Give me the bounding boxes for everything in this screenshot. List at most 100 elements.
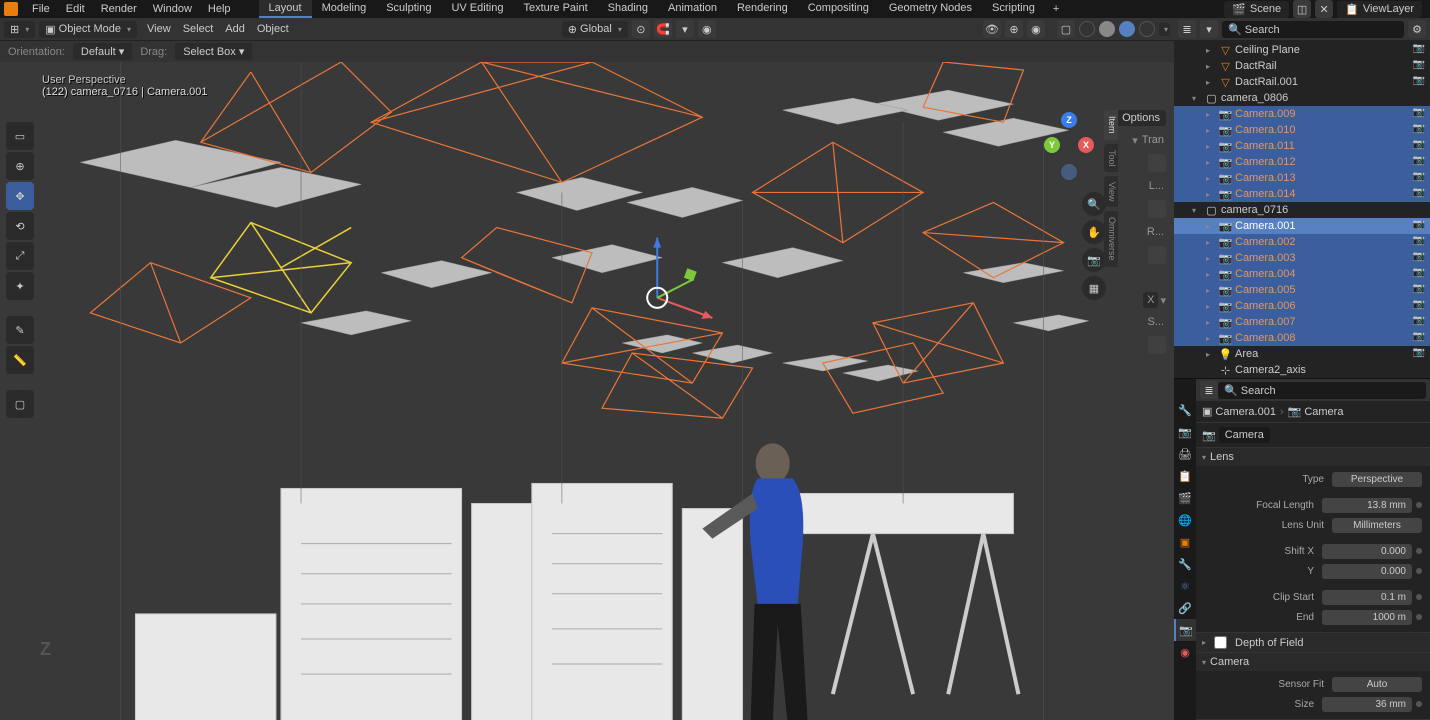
overlay-toggle[interactable]: ◉ — [1027, 20, 1045, 38]
sensor-fit-dropdown[interactable]: Auto — [1332, 677, 1422, 692]
strip-collapse-icon-4[interactable] — [1148, 336, 1166, 354]
restrict-render-icon[interactable]: 📷 — [1412, 171, 1426, 185]
tree-chevron-icon[interactable]: ▸ — [1206, 78, 1216, 87]
keyframe-dot[interactable] — [1416, 701, 1422, 707]
prop-tab-tool[interactable]: 🔧 — [1174, 399, 1196, 421]
add-workspace-button[interactable]: + — [1045, 3, 1067, 15]
proportional-toggle[interactable]: ◉ — [698, 20, 716, 38]
restrict-render-icon[interactable]: 📷 — [1412, 219, 1426, 233]
tree-chevron-icon[interactable]: ▸ — [1206, 334, 1216, 343]
lens-type-dropdown[interactable]: Perspective — [1332, 472, 1422, 487]
clip-start-input[interactable]: 0.1 m — [1322, 590, 1412, 605]
tree-item[interactable]: ▾▢camera_0716 — [1174, 202, 1430, 218]
lens-unit-dropdown[interactable]: Millimeters — [1332, 518, 1422, 533]
lens-panel-header[interactable]: ▾Lens — [1196, 448, 1430, 466]
restrict-render-icon[interactable]: 📷 — [1412, 315, 1426, 329]
pan-button[interactable]: ✋ — [1082, 220, 1106, 244]
prop-tab-physics[interactable]: ⚛ — [1174, 575, 1196, 597]
restrict-render-icon[interactable]: 📷 — [1412, 107, 1426, 121]
menu-window[interactable]: Window — [145, 1, 200, 17]
editor-type-dropdown[interactable]: ⊞ — [4, 21, 35, 38]
prop-tab-scene[interactable]: 🎬 — [1174, 487, 1196, 509]
restrict-render-icon[interactable]: 📷 — [1412, 139, 1426, 153]
orientation-dropdown[interactable]: ⊕ Global — [562, 21, 628, 38]
camera-view-button[interactable]: 📷 — [1082, 248, 1106, 272]
restrict-render-icon[interactable]: 📷 — [1412, 235, 1426, 249]
tree-item[interactable]: ▸▽DactRail.001📷 — [1174, 74, 1430, 90]
prop-tab-viewlayer[interactable]: 📋 — [1174, 465, 1196, 487]
workspace-tab-compositing[interactable]: Compositing — [798, 0, 879, 18]
tree-item[interactable]: ▸📷Camera.008📷 — [1174, 330, 1430, 346]
workspace-tab-modeling[interactable]: Modeling — [312, 0, 377, 18]
tree-item[interactable]: ▸📷Camera.001📷 — [1174, 218, 1430, 234]
xray-toggle[interactable]: ▢ — [1057, 20, 1075, 38]
n-tab-view[interactable]: View — [1104, 176, 1118, 207]
restrict-render-icon[interactable]: 📷 — [1412, 123, 1426, 137]
restrict-render-icon[interactable]: 📷 — [1412, 283, 1426, 297]
tree-chevron-icon[interactable]: ▸ — [1206, 190, 1216, 199]
prop-tab-data[interactable]: 📷 — [1174, 619, 1196, 641]
focal-length-input[interactable]: 13.8 mm — [1322, 498, 1412, 513]
bc-object[interactable]: ▣Camera.001 — [1202, 405, 1276, 418]
keyframe-dot[interactable] — [1416, 614, 1422, 620]
strip-item-rotation[interactable]: R... — [1145, 222, 1166, 242]
keyframe-dot[interactable] — [1416, 502, 1422, 508]
tree-item[interactable]: ▸💡Area📷 — [1174, 346, 1430, 362]
menu-render[interactable]: Render — [93, 1, 145, 17]
tree-chevron-icon[interactable]: ▸ — [1206, 126, 1216, 135]
tree-chevron-icon[interactable]: ▸ — [1206, 174, 1216, 183]
bc-data[interactable]: 📷Camera — [1288, 405, 1344, 418]
restrict-render-icon[interactable]: 📷 — [1412, 187, 1426, 201]
pivot-dropdown[interactable]: ⊙ — [632, 20, 650, 38]
workspace-tab-uv-editing[interactable]: UV Editing — [441, 0, 513, 18]
prop-tab-output[interactable]: 🖨 — [1174, 443, 1196, 465]
wireframe-shading[interactable] — [1079, 21, 1095, 37]
tree-item[interactable]: ▸📷Camera.011📷 — [1174, 138, 1430, 154]
restrict-render-icon[interactable]: 📷 — [1412, 267, 1426, 281]
tree-item[interactable]: ⊹Camera2_axis — [1174, 362, 1430, 378]
transform-tool[interactable]: ✦ — [6, 272, 34, 300]
tree-item[interactable]: ▸📷Camera.010📷 — [1174, 122, 1430, 138]
navigation-gizmo[interactable]: Z Y X — [1034, 112, 1104, 182]
rendered-shading[interactable] — [1139, 21, 1155, 37]
n-tab-tool[interactable]: Tool — [1104, 144, 1118, 173]
tree-chevron-icon[interactable]: ▸ — [1206, 270, 1216, 279]
camera-panel-header[interactable]: ▾Camera — [1196, 653, 1430, 671]
strip-collapse-icon-2[interactable] — [1148, 200, 1166, 218]
properties-search-input[interactable]: 🔍 Search — [1218, 382, 1426, 399]
strip-item-scale[interactable]: S... — [1145, 312, 1166, 332]
tree-item[interactable]: ▸📷Camera.006📷 — [1174, 298, 1430, 314]
gizmo-x-axis[interactable]: X — [1078, 137, 1094, 153]
n-tab-omniverse[interactable]: Omniverse — [1104, 211, 1118, 267]
dof-checkbox[interactable] — [1214, 636, 1227, 649]
tree-chevron-icon[interactable]: ▸ — [1206, 302, 1216, 311]
visibility-button[interactable]: 👁 — [983, 20, 1001, 38]
strip-collapse-icon[interactable] — [1148, 154, 1166, 172]
mode-dropdown[interactable]: ▣ Object Mode — [39, 21, 137, 38]
zoom-button[interactable]: 🔍 — [1082, 192, 1106, 216]
viewlayer-selector[interactable]: 📋 ViewLayer — [1337, 1, 1422, 18]
restrict-render-icon[interactable]: 📷 — [1412, 43, 1426, 57]
cursor-tool[interactable]: ⊕ — [6, 152, 34, 180]
workspace-tab-shading[interactable]: Shading — [598, 0, 658, 18]
keyframe-dot[interactable] — [1416, 548, 1422, 554]
tree-item[interactable]: ▸📷Camera.014📷 — [1174, 186, 1430, 202]
workspace-tab-layout[interactable]: Layout — [259, 0, 312, 18]
tree-chevron-icon[interactable]: ▸ — [1206, 142, 1216, 151]
tree-item[interactable]: ▸📷Camera.005📷 — [1174, 282, 1430, 298]
viewport-menu-select[interactable]: Select — [177, 21, 220, 37]
scene-selector[interactable]: 🎬 Scene — [1224, 1, 1289, 18]
prop-editor-dropdown[interactable]: ≣ — [1200, 381, 1218, 399]
annotate-tool[interactable]: ✎ — [6, 316, 34, 344]
workspace-tab-scripting[interactable]: Scripting — [982, 0, 1045, 18]
tree-item[interactable]: ▸📷Camera.009📷 — [1174, 106, 1430, 122]
menu-edit[interactable]: Edit — [58, 1, 93, 17]
rotate-tool[interactable]: ⟲ — [6, 212, 34, 240]
keyframe-dot[interactable] — [1416, 568, 1422, 574]
restrict-render-icon[interactable]: 📷 — [1412, 251, 1426, 265]
strip-item-transform[interactable]: Tran — [1140, 130, 1166, 150]
sensor-size-input[interactable]: 36 mm — [1322, 697, 1412, 712]
prop-tab-render[interactable]: 📷 — [1174, 421, 1196, 443]
perspective-toggle-button[interactable]: ▦ — [1082, 276, 1106, 300]
tree-chevron-icon[interactable]: ▸ — [1206, 318, 1216, 327]
